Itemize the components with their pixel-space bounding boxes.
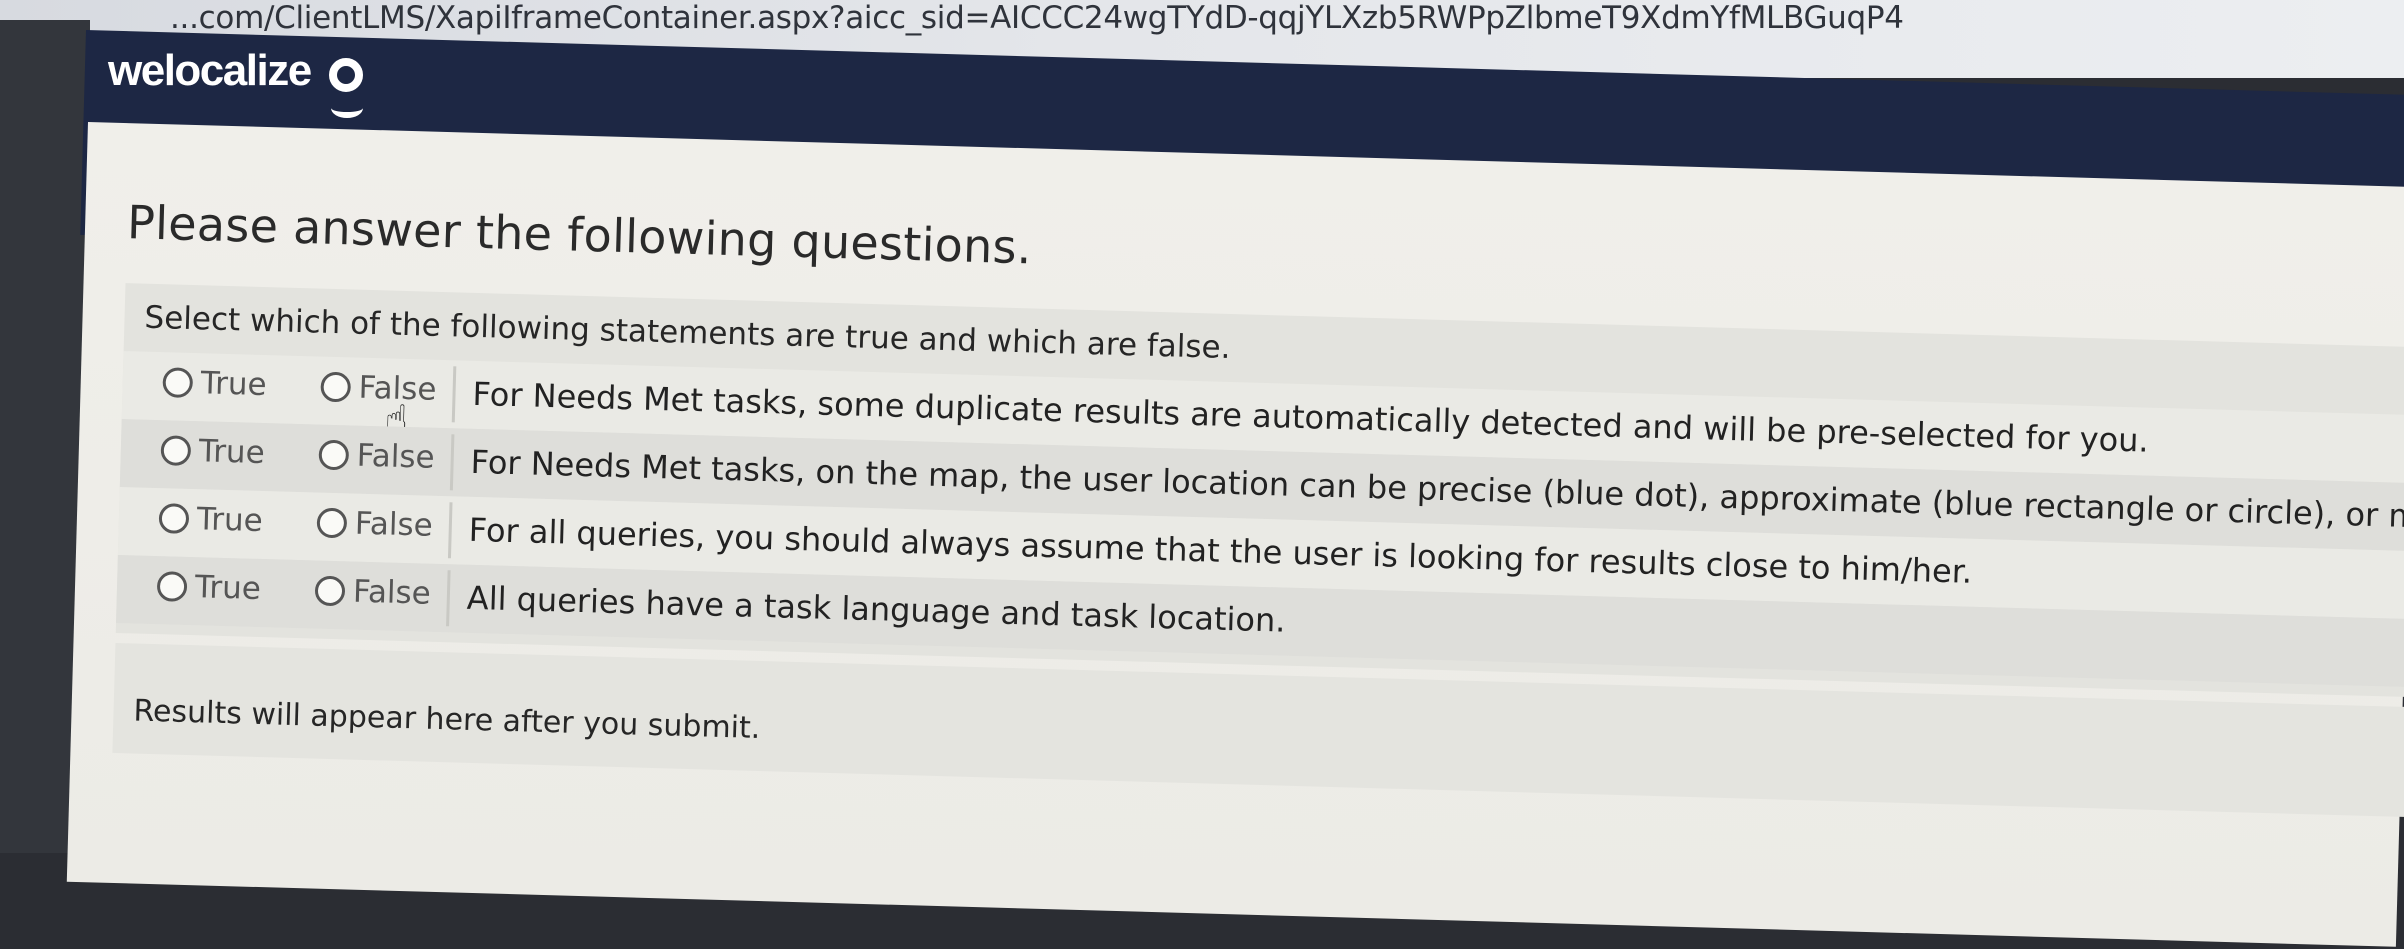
radio-false-4[interactable] — [314, 575, 346, 607]
logo-mark-icon — [329, 58, 363, 118]
divider — [446, 570, 451, 627]
true-option-3[interactable]: True — [158, 500, 263, 539]
true-label: True — [198, 433, 266, 472]
statement-text-4: All queries have a task language and tas… — [466, 578, 1286, 640]
radio-true-3[interactable] — [158, 503, 190, 534]
radio-true-2[interactable] — [160, 435, 192, 466]
divider — [449, 434, 455, 491]
page-body: Please answer the following questions. S… — [66, 122, 2404, 947]
radio-true-4[interactable] — [156, 571, 188, 602]
true-option-2[interactable]: True — [160, 432, 265, 471]
radio-true-1[interactable] — [162, 367, 194, 399]
question-card: Select which of the following statements… — [115, 283, 2404, 698]
divider — [451, 366, 457, 423]
false-option-1[interactable]: False — [320, 369, 437, 408]
radio-false-1[interactable] — [320, 371, 352, 403]
logo-text: welocalize — [108, 46, 312, 95]
radio-false-2[interactable] — [318, 439, 350, 471]
false-label: False — [356, 437, 436, 476]
true-label: True — [200, 365, 268, 404]
false-option-4[interactable]: False — [314, 573, 432, 612]
url-text[interactable]: ...com/ClientLMS/XapiIframeContainer.asp… — [170, 0, 1904, 36]
false-label: False — [352, 573, 432, 612]
false-option-2[interactable]: False — [318, 437, 435, 476]
true-option-1[interactable]: True — [162, 364, 267, 403]
true-label: True — [194, 569, 262, 608]
divider — [447, 502, 453, 559]
false-label: False — [354, 505, 434, 544]
radio-false-3[interactable] — [316, 507, 348, 539]
results-text: Results will appear here after you submi… — [133, 693, 761, 747]
true-label: True — [196, 501, 264, 540]
false-option-3[interactable]: False — [316, 505, 433, 544]
true-option-4[interactable]: True — [156, 568, 262, 608]
page-title: Please answer the following questions. — [126, 195, 1033, 275]
